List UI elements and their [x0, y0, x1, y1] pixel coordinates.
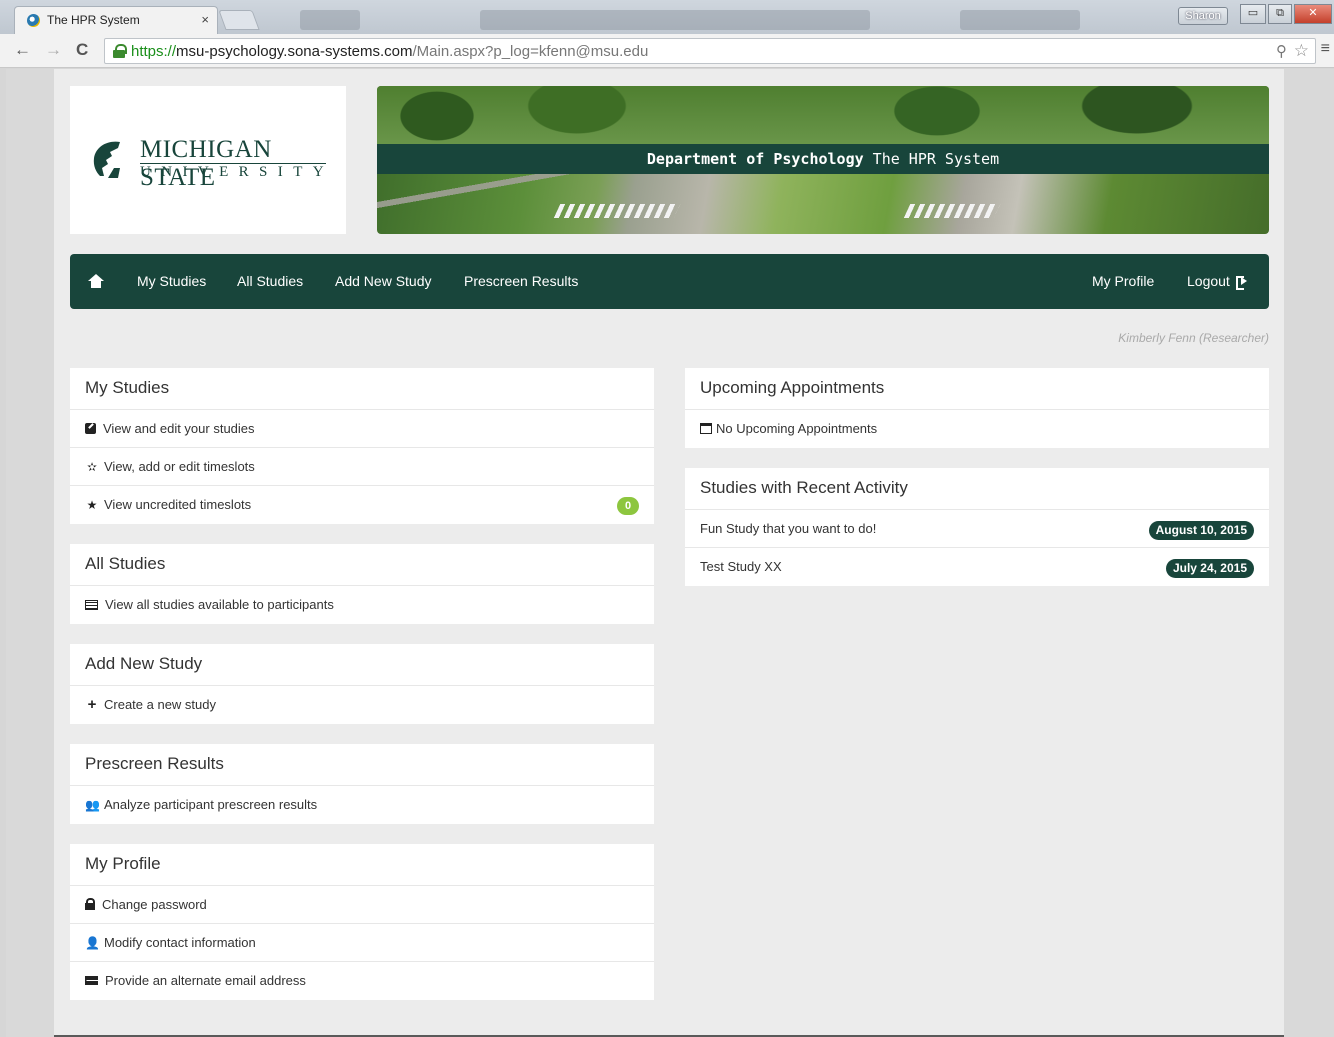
nav-my-profile[interactable]: My Profile — [1092, 273, 1154, 289]
link-change-password[interactable]: Change password — [70, 886, 654, 924]
link-analyze-prescreen[interactable]: 👥 Analyze participant prescreen results — [70, 786, 654, 824]
bookmark-star-icon[interactable]: ☆ — [1294, 41, 1309, 61]
reload-icon[interactable]: C — [76, 40, 88, 60]
restore-icon[interactable]: ⧉ — [1268, 4, 1292, 24]
calendar-icon — [700, 423, 712, 434]
blurred-tab — [300, 10, 360, 30]
tab-strip: The HPR System × Sharon ▭ ⧉ ✕ — [0, 0, 1334, 34]
nav-prescreen-results[interactable]: Prescreen Results — [464, 273, 578, 289]
window-close-icon[interactable]: ✕ — [1294, 4, 1332, 24]
msu-logo[interactable]: MICHIGAN STATE UNIVERSITY — [70, 86, 346, 234]
plus-icon: + — [87, 696, 97, 713]
extension-icon[interactable]: ⚲ — [1276, 42, 1287, 60]
link-label: View uncredited timeslots — [104, 497, 252, 512]
panel-title: Upcoming Appointments — [685, 368, 1269, 410]
header-banner: Department of Psychology The HPR System — [377, 86, 1269, 234]
link-create-study[interactable]: + Create a new study — [70, 686, 654, 724]
users-icon: 👥 — [85, 798, 100, 812]
user-icon: 👤 — [85, 936, 100, 950]
nav-all-studies[interactable]: All Studies — [237, 273, 303, 289]
link-modify-contact[interactable]: 👤 Modify contact information — [70, 924, 654, 962]
url-text: https://msu-psychology.sona-systems.com/… — [131, 43, 649, 60]
link-view-edit-studies[interactable]: View and edit your studies — [70, 410, 654, 448]
link-timeslots[interactable]: ✫ View, add or edit timeslots — [70, 448, 654, 486]
crosswalk-graphic — [903, 204, 1001, 218]
panel-title: Studies with Recent Activity — [685, 468, 1269, 510]
logout-label: Logout — [1187, 273, 1230, 289]
study-name: Test Study XX — [700, 559, 782, 574]
link-label: View all studies available to participan… — [105, 597, 334, 612]
link-alternate-email[interactable]: Provide an alternate email address — [70, 962, 654, 1000]
logout-icon — [1235, 276, 1247, 290]
panel-title: My Profile — [70, 844, 654, 886]
panel-all-studies: All Studies View all studies available t… — [70, 544, 654, 624]
nav-logout[interactable]: Logout — [1187, 273, 1247, 290]
panel-title: Add New Study — [70, 644, 654, 686]
edit-icon — [85, 423, 96, 434]
panel-recent-activity: Studies with Recent Activity Fun Study t… — [685, 468, 1269, 586]
half-star-icon: ✫ — [86, 460, 98, 474]
link-label: Provide an alternate email address — [105, 973, 306, 988]
home-icon[interactable] — [88, 274, 104, 288]
panel-title: All Studies — [70, 544, 654, 586]
date-badge: August 10, 2015 — [1148, 521, 1254, 540]
star-icon: ★ — [86, 498, 98, 512]
blurred-tab — [960, 10, 1080, 30]
new-tab-button[interactable] — [218, 10, 260, 30]
nav-add-new-study[interactable]: Add New Study — [335, 273, 432, 289]
date-badge: July 24, 2015 — [1165, 559, 1254, 578]
link-label: View, add or edit timeslots — [104, 459, 255, 474]
panel-add-new-study: Add New Study + Create a new study — [70, 644, 654, 724]
tab-title: The HPR System — [47, 13, 140, 27]
no-appointments-message: No Upcoming Appointments — [685, 410, 1269, 448]
link-label: Create a new study — [104, 697, 217, 712]
back-icon[interactable]: ← — [14, 40, 31, 60]
banner-title: Department of Psychology The HPR System — [646, 150, 1000, 168]
lock-icon — [85, 898, 95, 910]
nav-my-studies[interactable]: My Studies — [137, 273, 206, 289]
main-nav: My Studies All Studies Add New Study Pre… — [70, 254, 1269, 309]
panel-my-studies: My Studies View and edit your studies ✫ V… — [70, 368, 654, 524]
recent-study-row[interactable]: Test Study XX July 24, 2015 — [685, 548, 1269, 586]
study-name: Fun Study that you want to do! — [700, 521, 877, 536]
link-label: View and edit your studies — [103, 421, 255, 436]
panel-title: Prescreen Results — [70, 744, 654, 786]
recent-study-row[interactable]: Fun Study that you want to do! August 10,… — [685, 510, 1269, 548]
profile-badge[interactable]: Sharon — [1178, 7, 1228, 25]
spartan-helmet-icon — [93, 141, 120, 178]
address-bar[interactable]: https://msu-psychology.sona-systems.com/… — [104, 38, 1316, 64]
empty-label: No Upcoming Appointments — [716, 421, 878, 436]
secure-lock-icon — [113, 44, 127, 58]
link-view-all-studies[interactable]: View all studies available to participan… — [70, 586, 654, 624]
panel-prescreen-results: Prescreen Results 👥 Analyze participant p… — [70, 744, 654, 824]
tab-close-icon[interactable]: × — [201, 12, 209, 27]
link-label: Modify contact information — [104, 935, 256, 950]
link-label: Change password — [102, 897, 207, 912]
minimize-icon[interactable]: ▭ — [1240, 4, 1266, 24]
forward-icon[interactable]: → — [45, 40, 62, 60]
uncredited-count-badge: 0 — [617, 497, 639, 515]
logo-text-university: UNIVERSITY — [140, 164, 334, 180]
panel-title: My Studies — [70, 368, 654, 410]
banner-photo — [377, 86, 1269, 146]
favicon-icon — [27, 14, 40, 27]
panel-upcoming-appointments: Upcoming Appointments No Upcoming Appoin… — [685, 368, 1269, 448]
browser-menu-icon[interactable]: ≡ — [1321, 40, 1330, 58]
browser-chrome: The HPR System × Sharon ▭ ⧉ ✕ ← → C http… — [0, 0, 1334, 68]
link-label: Analyze participant prescreen results — [104, 797, 318, 812]
browser-tab[interactable]: The HPR System × — [14, 6, 218, 34]
crosswalk-graphic — [553, 204, 681, 218]
envelope-icon — [85, 976, 98, 985]
panel-my-profile: My Profile Change password 👤 Modify conta… — [70, 844, 654, 1000]
list-icon — [85, 600, 98, 610]
blurred-tab — [480, 10, 870, 30]
current-user: Kimberly Fenn (Researcher) — [1118, 331, 1269, 345]
link-uncredited-timeslots[interactable]: ★ View uncredited timeslots 0 — [70, 486, 654, 524]
